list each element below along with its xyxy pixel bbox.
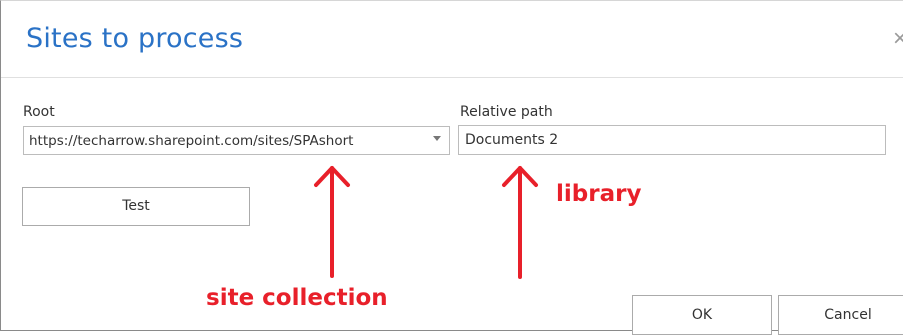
site-collection-annotation: site collection <box>206 285 388 311</box>
library-arrow-icon <box>502 166 538 279</box>
annotation-arrows <box>314 166 538 279</box>
sites-to-process-dialog: Sites to process × Root https://techarro… <box>0 0 903 335</box>
library-annotation: library <box>556 181 642 207</box>
site-collection-arrow-icon <box>314 166 350 278</box>
